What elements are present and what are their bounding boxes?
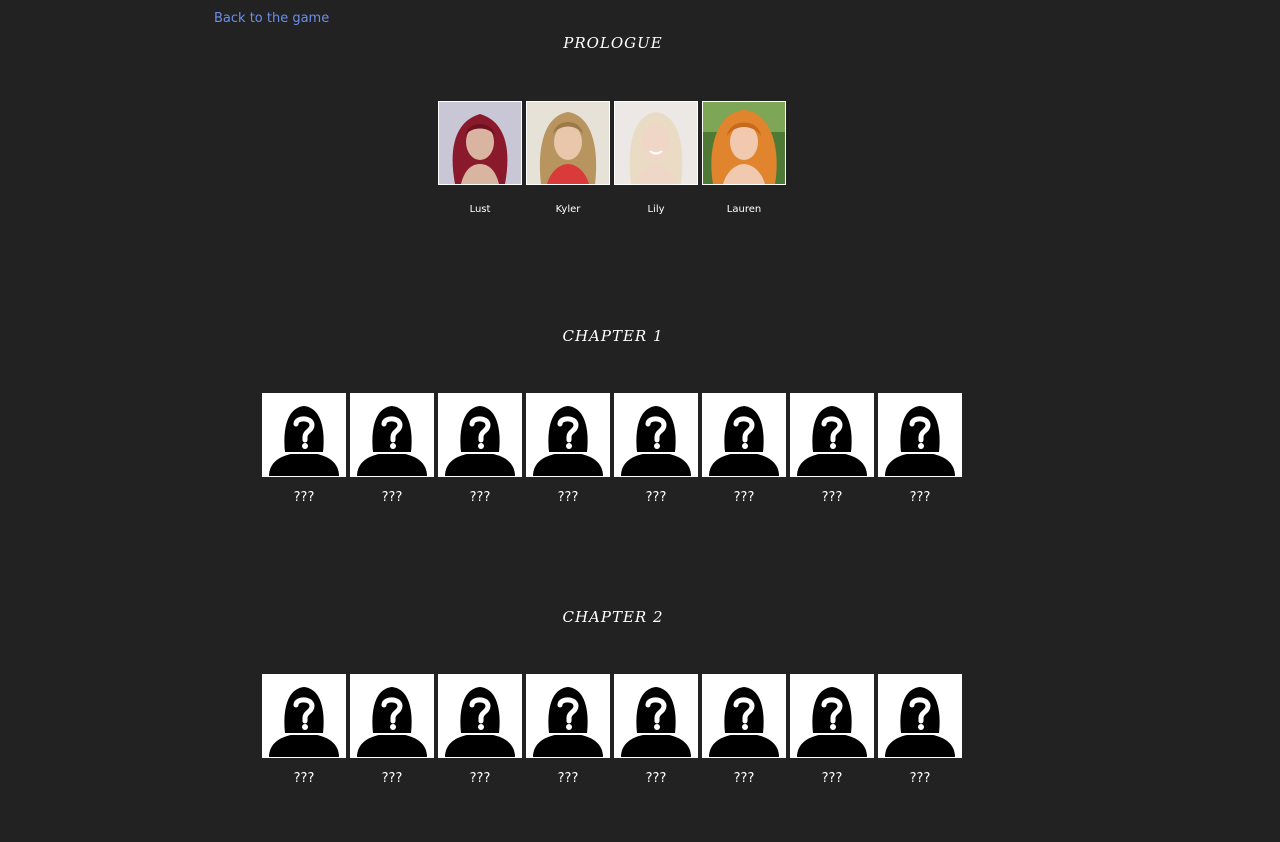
- locked-character-card[interactable]: ???: [790, 393, 874, 505]
- character-portrait: [438, 101, 522, 185]
- character-name: ???: [733, 771, 755, 786]
- locked-character-card[interactable]: ???: [350, 674, 434, 786]
- unknown-person-silhouette-icon: [879, 394, 961, 476]
- unknown-person-silhouette-icon: [703, 394, 785, 476]
- locked-character-card[interactable]: ???: [702, 674, 786, 786]
- back-to-game-link[interactable]: Back to the game: [214, 11, 329, 26]
- unknown-person-silhouette-icon: [439, 675, 521, 757]
- locked-character-card[interactable]: ???: [438, 393, 522, 505]
- character-portrait: [614, 101, 698, 185]
- unknown-person-silhouette-icon: [879, 675, 961, 757]
- unknown-person-silhouette-icon: [439, 394, 521, 476]
- character-name: ???: [821, 490, 843, 505]
- chapter-2-row: ????????????????????????: [262, 674, 962, 786]
- character-card-lust[interactable]: Lust: [438, 101, 522, 215]
- locked-character-card[interactable]: ???: [526, 393, 610, 505]
- character-name: ???: [381, 771, 403, 786]
- unknown-person-silhouette-icon: [791, 394, 873, 476]
- unknown-person-silhouette-icon: [615, 394, 697, 476]
- unknown-person-silhouette-icon: [615, 675, 697, 757]
- character-portrait: [262, 393, 346, 477]
- unknown-person-silhouette-icon: [351, 675, 433, 757]
- character-name: ???: [645, 490, 667, 505]
- character-name: Lily: [647, 204, 665, 215]
- locked-character-card[interactable]: ???: [350, 393, 434, 505]
- character-portrait: [790, 674, 874, 758]
- character-name: Lust: [469, 204, 491, 215]
- unknown-person-silhouette-icon: [263, 394, 345, 476]
- character-name: Kyler: [555, 204, 581, 215]
- locked-character-card[interactable]: ???: [878, 674, 962, 786]
- character-portrait: [526, 674, 610, 758]
- locked-character-card[interactable]: ???: [702, 393, 786, 505]
- chapter-2-title: CHAPTER 2: [562, 608, 664, 626]
- character-name: ???: [909, 490, 931, 505]
- character-name: ???: [469, 490, 491, 505]
- unknown-person-silhouette-icon: [703, 675, 785, 757]
- portrait-image: [615, 102, 697, 184]
- character-card-lily[interactable]: Lily: [614, 101, 698, 215]
- character-name: ???: [293, 490, 315, 505]
- character-card-lauren[interactable]: Lauren: [702, 101, 786, 215]
- gallery-page: Back to the game PROLOGUE Lust Kyler Lil…: [0, 0, 1280, 842]
- character-portrait: [438, 393, 522, 477]
- character-name: ???: [381, 490, 403, 505]
- locked-character-card[interactable]: ???: [262, 674, 346, 786]
- locked-character-card[interactable]: ???: [526, 674, 610, 786]
- character-portrait: [878, 393, 962, 477]
- unknown-person-silhouette-icon: [527, 394, 609, 476]
- portrait-image: [703, 102, 785, 184]
- character-name: ???: [557, 771, 579, 786]
- character-name: ???: [821, 771, 843, 786]
- character-portrait: [438, 674, 522, 758]
- prologue-title: PROLOGUE: [563, 34, 663, 52]
- character-portrait: [878, 674, 962, 758]
- locked-character-card[interactable]: ???: [790, 674, 874, 786]
- character-name: ???: [293, 771, 315, 786]
- character-portrait: [702, 101, 786, 185]
- unknown-person-silhouette-icon: [351, 394, 433, 476]
- character-portrait: [262, 674, 346, 758]
- character-name: ???: [733, 490, 755, 505]
- character-portrait: [350, 393, 434, 477]
- locked-character-card[interactable]: ???: [262, 393, 346, 505]
- locked-character-card[interactable]: ???: [614, 393, 698, 505]
- unknown-person-silhouette-icon: [791, 675, 873, 757]
- portrait-image: [527, 102, 609, 184]
- character-name: ???: [645, 771, 667, 786]
- character-portrait: [526, 393, 610, 477]
- chapter-1-title: CHAPTER 1: [562, 327, 664, 345]
- prologue-row: Lust Kyler Lily Lauren: [438, 101, 786, 215]
- character-name: ???: [557, 490, 579, 505]
- character-portrait: [350, 674, 434, 758]
- character-name: Lauren: [726, 204, 762, 215]
- character-portrait: [790, 393, 874, 477]
- locked-character-card[interactable]: ???: [878, 393, 962, 505]
- character-name: ???: [909, 771, 931, 786]
- character-portrait: [614, 393, 698, 477]
- character-portrait: [526, 101, 610, 185]
- locked-character-card[interactable]: ???: [438, 674, 522, 786]
- portrait-image: [439, 102, 521, 184]
- locked-character-card[interactable]: ???: [614, 674, 698, 786]
- unknown-person-silhouette-icon: [527, 675, 609, 757]
- character-card-kyler[interactable]: Kyler: [526, 101, 610, 215]
- character-portrait: [614, 674, 698, 758]
- character-portrait: [702, 393, 786, 477]
- chapter-1-row: ????????????????????????: [262, 393, 962, 505]
- character-portrait: [702, 674, 786, 758]
- character-name: ???: [469, 771, 491, 786]
- unknown-person-silhouette-icon: [263, 675, 345, 757]
